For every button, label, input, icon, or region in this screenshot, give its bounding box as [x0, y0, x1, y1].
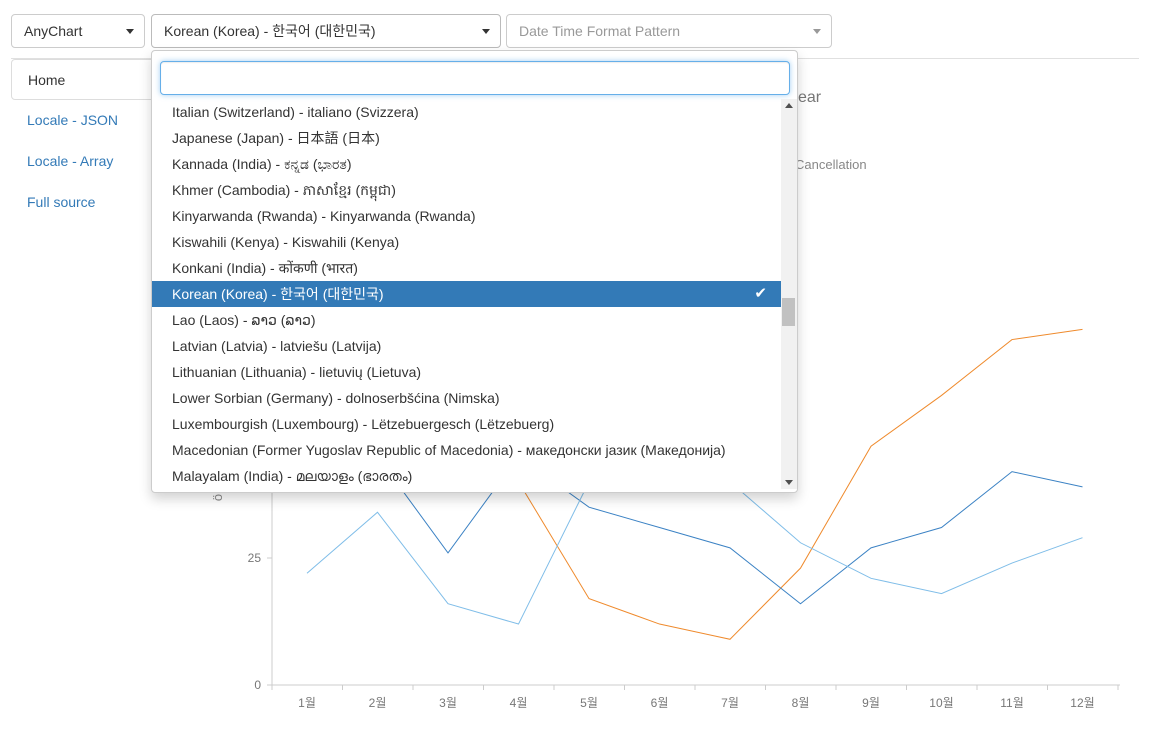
locale-option-list: Italian (Switzerland) - italiano (Svizze…: [152, 99, 781, 489]
locale-option-label: Latvian (Latvia) - latviešu (Latvija): [172, 338, 382, 354]
x-tick-label: 3월: [439, 696, 457, 710]
locale-option-label: Kannada (India) - ಕನ್ನಡ (ಭಾರತ): [172, 156, 352, 172]
dropdown-scrollbar[interactable]: [781, 99, 797, 489]
locale-option-label: Japanese (Japan) - 日本語 (日本): [172, 130, 380, 146]
locale-option-label: Kinyarwanda (Rwanda) - Kinyarwanda (Rwan…: [172, 208, 476, 224]
locale-option-label: Kiswahili (Kenya) - Kiswahili (Kenya): [172, 234, 400, 250]
x-tick-label: 9월: [862, 696, 880, 710]
x-tick-label: 10월: [929, 696, 953, 710]
locale-option[interactable]: Konkani (India) - कोंकणी (भारत): [152, 255, 781, 281]
series-line-3: [306, 481, 1083, 625]
locale-option[interactable]: Luxembourgish (Luxembourg) - Lëtzebuerge…: [152, 411, 781, 437]
locale-option[interactable]: Lithuanian (Lithuania) - lietuvių (Lietu…: [152, 359, 781, 385]
locale-search-input[interactable]: [160, 61, 790, 95]
y-tick-label: 25: [248, 551, 262, 565]
x-tick-label: 5월: [580, 696, 598, 710]
locale-option-label: Macedonian (Former Yugoslav Republic of …: [172, 442, 726, 458]
x-tick-label: 7월: [721, 696, 739, 710]
locale-option-label: Lithuanian (Lithuania) - lietuvių (Lietu…: [172, 364, 422, 380]
locale-option[interactable]: Khmer (Cambodia) - ភាសាខ្មែរ (កម្ពុជា): [152, 177, 781, 203]
locale-option[interactable]: Italian (Switzerland) - italiano (Svizze…: [152, 99, 781, 125]
locale-option-label: Italian (Switzerland) - italiano (Svizze…: [172, 104, 419, 120]
locale-option[interactable]: Kinyarwanda (Rwanda) - Kinyarwanda (Rwan…: [152, 203, 781, 229]
locale-option[interactable]: Lao (Laos) - ລາວ (ລາວ): [152, 307, 781, 333]
chart-labels: 0 25 1월 2월 3월 4월 5월 6월 7월 8월 9월 10월 11월 12월: [248, 551, 1095, 710]
y-tick-label: 0: [254, 678, 261, 692]
check-icon: ✔: [754, 285, 767, 302]
locale-option[interactable]: Kannada (India) - ಕನ್ನಡ (ಭಾರತ): [152, 151, 781, 177]
x-tick-label: 4월: [510, 696, 528, 710]
locale-option-label: Korean (Korea) - 한국어 (대한민국): [172, 286, 384, 302]
locale-option[interactable]: Malayalam (India) - മലയാളം (ഭാരതം): [152, 463, 781, 489]
x-tick-label: 1월: [298, 696, 316, 710]
x-tick-label: 11월: [1000, 696, 1024, 710]
scroll-up-arrow-icon[interactable]: [785, 103, 793, 108]
locale-option-label: Lao (Laos) - ລາວ (ລາວ): [172, 312, 316, 328]
locale-dropdown: Italian (Switzerland) - italiano (Svizze…: [151, 50, 798, 493]
scroll-thumb[interactable]: [782, 298, 795, 326]
locale-option[interactable]: Lower Sorbian (Germany) - dolnoserbšćina…: [152, 385, 781, 411]
locale-option[interactable]: Kiswahili (Kenya) - Kiswahili (Kenya): [152, 229, 781, 255]
locale-option-label: Khmer (Cambodia) - ភាសាខ្មែរ (កម្ពុជា): [172, 182, 396, 198]
x-tick-label: 8월: [792, 696, 810, 710]
scroll-down-arrow-icon[interactable]: [785, 480, 793, 485]
locale-option-label: Lower Sorbian (Germany) - dolnoserbšćina…: [172, 390, 500, 406]
locale-option-label: Luxembourgish (Luxembourg) - Lëtzebuerge…: [172, 416, 555, 432]
locale-option-label: Konkani (India) - कोंकणी (भारत): [172, 260, 358, 276]
x-tick-label: 6월: [651, 696, 669, 710]
x-tick-label: 2월: [369, 696, 387, 710]
locale-option-label: Malayalam (India) - മലയാളം (ഭാരതം): [172, 468, 413, 484]
locale-option[interactable]: Macedonian (Former Yugoslav Republic of …: [152, 437, 781, 463]
locale-option[interactable]: Japanese (Japan) - 日本語 (日本): [152, 125, 781, 151]
x-tick-label: 12월: [1070, 696, 1094, 710]
locale-option[interactable]: Latvian (Latvia) - latviešu (Latvija): [152, 333, 781, 359]
locale-option[interactable]: Korean (Korea) - 한국어 (대한민국) ✔: [152, 281, 781, 307]
